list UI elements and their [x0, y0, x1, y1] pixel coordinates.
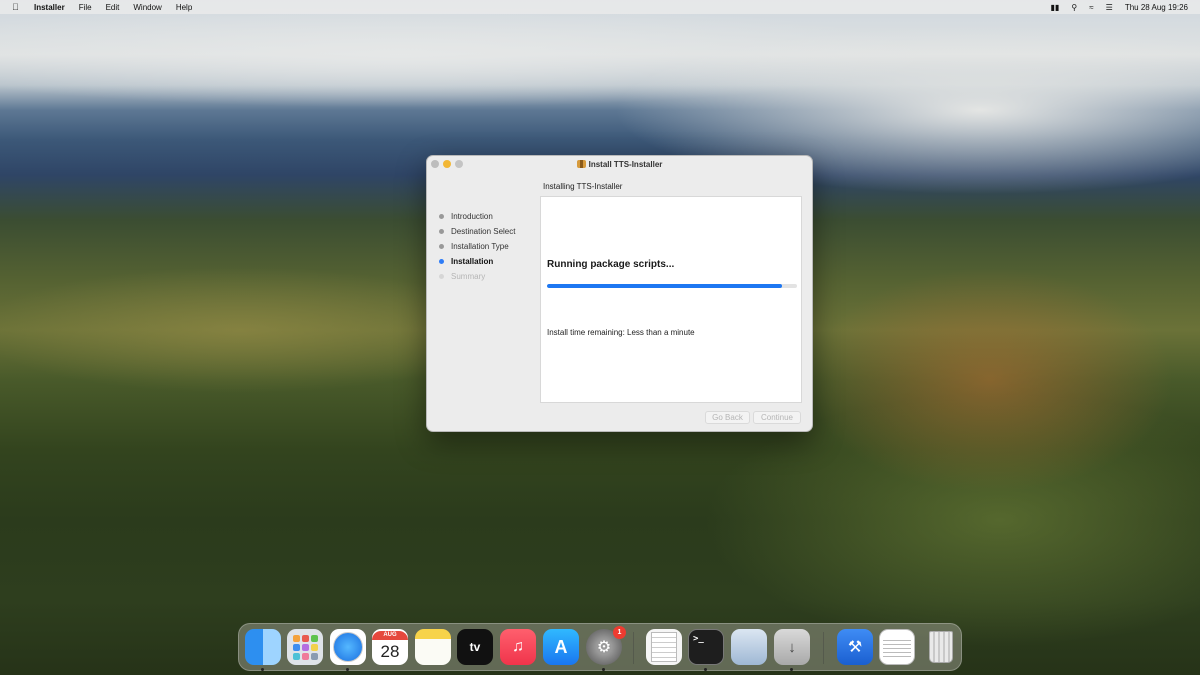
step-summary: Summary [439, 269, 539, 284]
trash-icon[interactable] [923, 629, 959, 665]
progress-fill [547, 284, 782, 288]
dock: AUG 28 tv ♫ A ⚙ 1 >_ ↓ ⚒ [238, 623, 962, 671]
notes-icon[interactable] [415, 629, 451, 665]
running-indicator [261, 668, 264, 671]
textedit-icon[interactable] [646, 629, 682, 665]
zoom-button[interactable] [455, 160, 463, 168]
menu-help[interactable]: Help [176, 3, 192, 12]
notification-badge: 1 [613, 626, 626, 639]
calendar-day: 28 [380, 641, 400, 661]
document-icon[interactable] [879, 629, 915, 665]
tv-label: tv [469, 640, 481, 654]
package-icon [576, 160, 586, 168]
step-installation-type: Installation Type [439, 239, 539, 254]
tv-icon[interactable]: tv [457, 629, 493, 665]
step-label: Introduction [451, 212, 493, 221]
menu-file[interactable]: File [79, 3, 92, 12]
control-center-icon[interactable]: ☰ [1106, 3, 1113, 12]
go-back-button[interactable]: Go Back [705, 411, 750, 424]
step-dot-icon [439, 259, 444, 264]
minimize-button[interactable] [443, 160, 451, 168]
apple-menu-icon[interactable]:  [12, 2, 24, 12]
continue-button[interactable]: Continue [753, 411, 801, 424]
title-bar[interactable]: Install TTS-Installer [427, 156, 812, 172]
menu-app-name[interactable]: Installer [34, 3, 65, 12]
battery-icon[interactable]: ▮▮ [1051, 3, 1060, 12]
step-dot-icon [439, 274, 444, 279]
running-indicator [790, 668, 793, 671]
progress-bar [547, 284, 797, 288]
search-icon[interactable]: ⚲ [1071, 3, 1077, 12]
step-label: Summary [451, 272, 486, 281]
step-label: Destination Select [451, 227, 516, 236]
traffic-lights [431, 160, 467, 168]
preview-icon[interactable] [731, 629, 767, 665]
calendar-month: AUG [372, 630, 408, 640]
wifi-icon[interactable]: ≈ [1089, 3, 1093, 12]
app-store-icon[interactable]: A [543, 629, 579, 665]
step-introduction: Introduction [439, 209, 539, 224]
menu-edit[interactable]: Edit [106, 3, 120, 12]
menu-clock[interactable]: Thu 28 Aug 19:26 [1125, 3, 1188, 12]
close-button[interactable] [431, 160, 439, 168]
calendar-icon[interactable]: AUG 28 [372, 629, 408, 665]
dock-divider [823, 632, 824, 664]
running-indicator [602, 668, 605, 671]
content-panel: Running package scripts... Install time … [540, 196, 802, 403]
running-indicator [346, 668, 349, 671]
dock-divider [633, 632, 634, 664]
install-heading: Installing TTS-Installer [543, 182, 623, 191]
running-indicator [704, 668, 707, 671]
step-dot-icon [439, 229, 444, 234]
step-label: Installation [451, 257, 494, 266]
xcode-icon[interactable]: ⚒ [837, 629, 873, 665]
window-title: Install TTS-Installer [588, 159, 663, 169]
steps-sidebar: Introduction Destination Select Installa… [439, 209, 539, 284]
step-destination-select: Destination Select [439, 224, 539, 239]
installer-icon[interactable]: ↓ [774, 629, 810, 665]
status-area: ▮▮ ⚲ ≈ ☰ Thu 28 Aug 19:26 [1039, 3, 1188, 12]
step-dot-icon [439, 244, 444, 249]
time-remaining: Install time remaining: Less than a minu… [547, 328, 695, 337]
music-icon[interactable]: ♫ [500, 629, 536, 665]
step-installation: Installation [439, 254, 539, 269]
terminal-prompt: >_ [693, 634, 704, 644]
step-dot-icon [439, 214, 444, 219]
safari-icon[interactable] [330, 629, 366, 665]
finder-icon[interactable] [245, 629, 281, 665]
menu-bar:  Installer File Edit Window Help ▮▮ ⚲ ≈… [0, 0, 1200, 14]
step-label: Installation Type [451, 242, 509, 251]
installer-window: Install TTS-Installer Installing TTS-Ins… [426, 155, 813, 432]
system-settings-icon[interactable]: ⚙ 1 [586, 626, 626, 665]
status-text: Running package scripts... [547, 259, 675, 270]
launchpad-icon[interactable] [287, 629, 323, 665]
terminal-icon[interactable]: >_ [688, 629, 724, 665]
menu-window[interactable]: Window [133, 3, 161, 12]
